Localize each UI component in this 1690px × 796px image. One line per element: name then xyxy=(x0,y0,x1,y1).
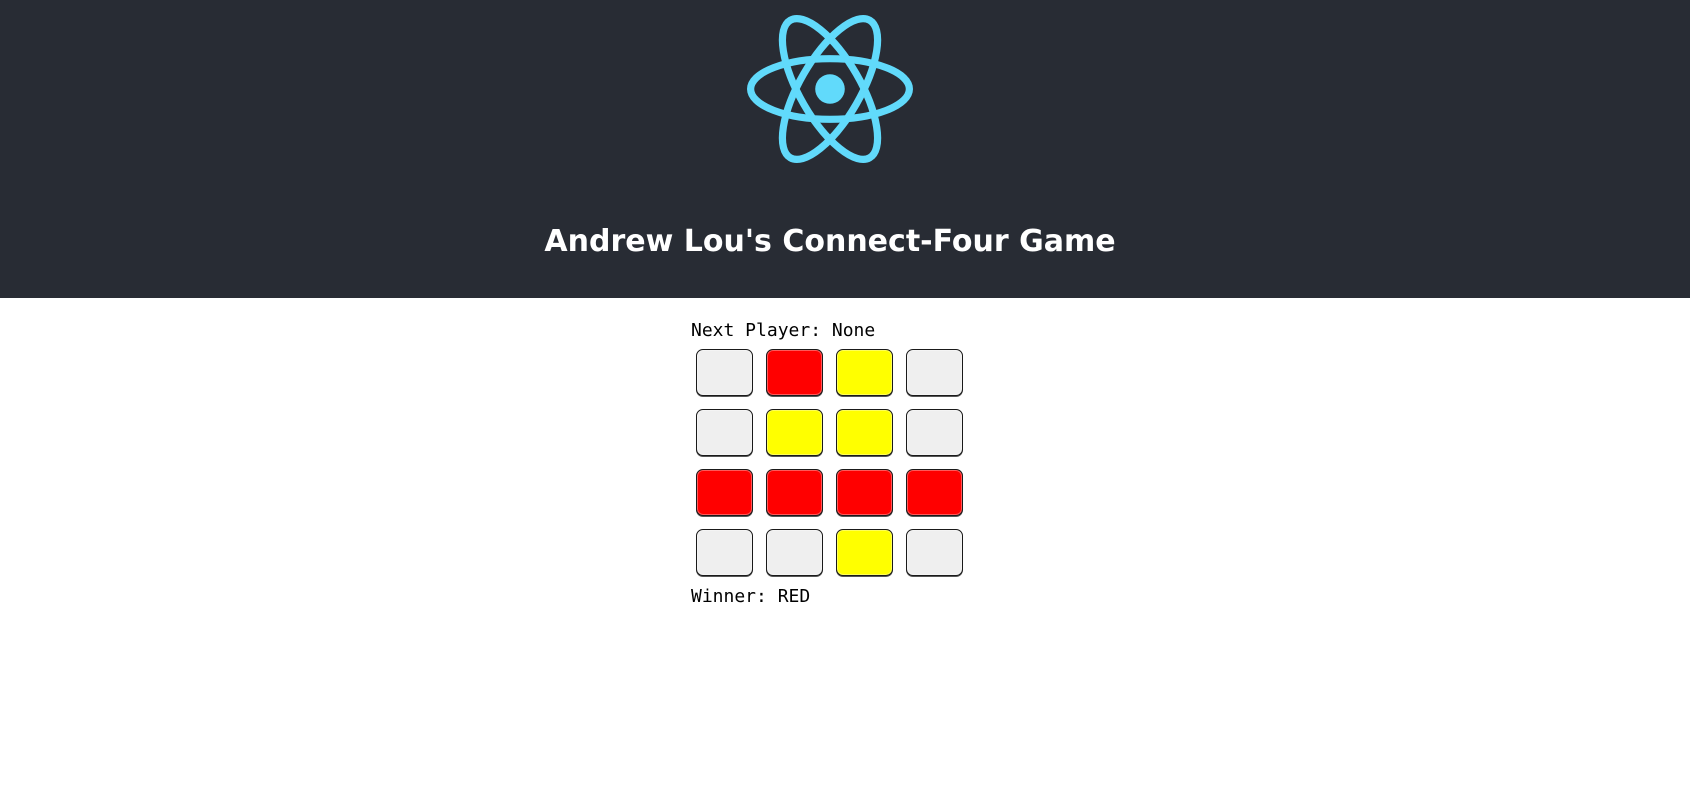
game-board xyxy=(696,349,976,589)
react-atom-icon xyxy=(747,14,913,164)
board-cell-r4-c3[interactable] xyxy=(836,529,893,576)
page-title: Andrew Lou's Connect-Four Game xyxy=(544,224,1116,259)
board-cell-r2-c4[interactable] xyxy=(906,409,963,456)
board-cell-r3-c2[interactable] xyxy=(766,469,823,516)
board-cell-r3-c3[interactable] xyxy=(836,469,893,516)
board-cell-r1-c4[interactable] xyxy=(906,349,963,396)
board-cell-r1-c2[interactable] xyxy=(766,349,823,396)
next-player-status: Next Player: None xyxy=(691,320,876,341)
game-area: Next Player: None Winner: RED xyxy=(691,320,976,607)
board-cell-r2-c3[interactable] xyxy=(836,409,893,456)
winner-status: Winner: RED xyxy=(691,586,811,607)
board-cell-r4-c2[interactable] xyxy=(766,529,823,576)
board-cell-r4-c1[interactable] xyxy=(696,529,753,576)
board-cell-r2-c1[interactable] xyxy=(696,409,753,456)
board-cell-r1-c3[interactable] xyxy=(836,349,893,396)
app-header: Andrew Lou's Connect-Four Game xyxy=(0,0,1690,298)
board-cell-r2-c2[interactable] xyxy=(766,409,823,456)
board-cell-r4-c4[interactable] xyxy=(906,529,963,576)
board-cell-r1-c1[interactable] xyxy=(696,349,753,396)
board-cell-r3-c1[interactable] xyxy=(696,469,753,516)
board-cell-r3-c4[interactable] xyxy=(906,469,963,516)
